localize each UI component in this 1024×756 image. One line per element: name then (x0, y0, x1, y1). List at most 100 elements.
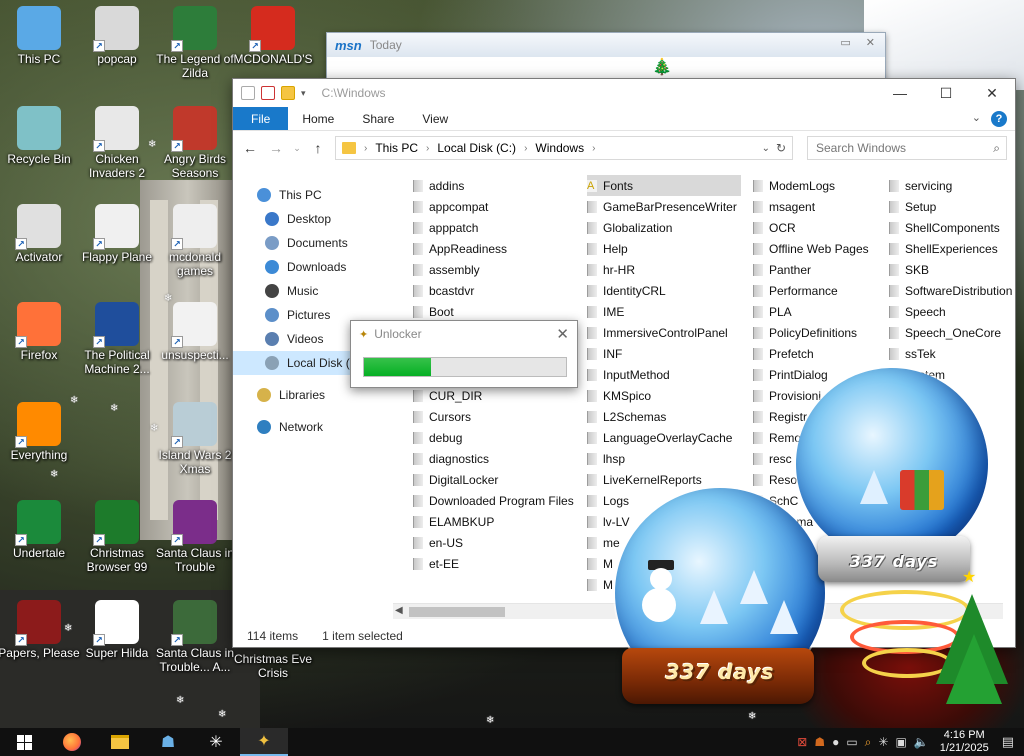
folder-item[interactable]: servicing (889, 175, 1015, 196)
folder-item[interactable]: PolicyDefinitions (753, 322, 881, 343)
tray-search-icon[interactable]: ⌕ (865, 735, 872, 750)
desktop-icon[interactable]: ↗ Papers, Please (0, 600, 80, 660)
tray-battery-icon[interactable]: ▭ (846, 735, 857, 749)
explorer-title-bar[interactable]: ▾ C:\Windows — ☐ ✕ (233, 79, 1015, 107)
folder-item[interactable]: appcompat (413, 196, 579, 217)
folder-item[interactable]: addins (413, 175, 579, 196)
msn-title-bar[interactable]: msn Today (327, 33, 885, 57)
folder-item[interactable]: Globalization (587, 217, 741, 238)
tray-display-icon[interactable]: ▣ (895, 735, 906, 749)
desktop-icon[interactable]: ↗ Santa Claus in Trouble... A... (154, 600, 236, 674)
taskbar-unlocker[interactable]: ✦ (240, 728, 288, 756)
folder-item[interactable]: Boot (413, 301, 579, 322)
desktop-icon[interactable]: ↗ Island Wars 2 Xmas (154, 402, 236, 476)
folder-item[interactable]: LiveKernelReports (587, 469, 741, 490)
folder-item[interactable]: CUR_DIR (413, 385, 579, 406)
msn-window-controls[interactable]: ▭ ✕ (840, 36, 881, 49)
tab-share[interactable]: Share (348, 107, 408, 130)
address-dropdown-icon[interactable]: ⌄ (762, 143, 770, 154)
folder-item[interactable]: L2Schemas (587, 406, 741, 427)
desktop-icon[interactable]: ↗ Everything (0, 402, 80, 462)
desktop-icon[interactable]: ↗ Firefox (0, 302, 80, 362)
folder-item[interactable]: ELAMBKUP (413, 511, 579, 532)
breadcrumb-this-pc[interactable]: This PC (375, 141, 418, 155)
folder-item[interactable]: A Fonts (587, 175, 741, 196)
folder-item[interactable]: AppReadiness (413, 238, 579, 259)
folder-item[interactable]: SoftwareDistribution (889, 280, 1015, 301)
search-box[interactable]: Search Windows ⌕ (807, 136, 1007, 160)
folder-item[interactable]: Panther (753, 259, 881, 280)
new-folder-icon[interactable] (281, 86, 295, 100)
folder-item[interactable]: KMSpico (587, 385, 741, 406)
folder-item[interactable]: assembly (413, 259, 579, 280)
taskbar-app[interactable]: ☗ (144, 728, 192, 756)
desktop-icon[interactable]: ↗ Super Hilda (76, 600, 158, 660)
folder-item[interactable]: bcastdvr (413, 280, 579, 301)
help-icon[interactable]: ? (991, 111, 1007, 127)
start-button[interactable] (0, 728, 48, 756)
desktop-icon[interactable]: Christmas Eve Crisis (232, 652, 314, 680)
folder-item[interactable]: lhsp (587, 448, 741, 469)
folder-item[interactable]: Cursors (413, 406, 579, 427)
folder-item[interactable]: Offline Web Pages (753, 238, 881, 259)
breadcrumb-windows[interactable]: Windows (535, 141, 584, 155)
expand-ribbon-icon[interactable]: ⌄ (972, 111, 981, 124)
folder-item[interactable]: debug (413, 427, 579, 448)
folder-item[interactable]: Prefetch (753, 343, 881, 364)
folder-item[interactable]: GameBarPresenceWriter (587, 196, 741, 217)
chevron-right-icon[interactable]: › (426, 143, 429, 154)
nav-item[interactable]: Desktop (233, 207, 401, 231)
taskbar-snowflake-app[interactable]: ✳ (192, 728, 240, 756)
close-button[interactable]: ✕ (969, 79, 1015, 107)
unlocker-dialog[interactable]: ✦ Unlocker ✕ (350, 320, 578, 388)
nav-item[interactable]: This PC (233, 183, 401, 207)
desktop-icon[interactable]: ↗ Chicken Invaders 2 (76, 106, 158, 180)
folder-item[interactable]: ssTek (889, 343, 1015, 364)
chevron-right-icon[interactable]: › (364, 143, 367, 154)
breadcrumb-local-disk[interactable]: Local Disk (C:) (437, 141, 516, 155)
chevron-down-icon[interactable]: ▾ (301, 88, 306, 99)
folder-item[interactable]: Speech (889, 301, 1015, 322)
folder-item[interactable]: InputMethod (587, 364, 741, 385)
folder-item[interactable]: en-US (413, 532, 579, 553)
minimize-button[interactable]: — (877, 79, 923, 107)
folder-item[interactable]: ModemLogs (753, 175, 881, 196)
folder-item[interactable]: DigitalLocker (413, 469, 579, 490)
unlocker-title-bar[interactable]: ✦ Unlocker (351, 321, 577, 347)
tab-view[interactable]: View (408, 107, 462, 130)
desktop-icon[interactable]: ↗ Activator (0, 204, 80, 264)
desktop-icon[interactable]: This PC (0, 6, 80, 66)
folder-item[interactable]: apppatch (413, 217, 579, 238)
address-bar[interactable]: › This PC › Local Disk (C:) › Windows › … (335, 136, 793, 160)
nav-item[interactable]: Network (233, 415, 401, 439)
forward-button[interactable]: → (267, 140, 285, 156)
folder-item[interactable]: LanguageOverlayCache (587, 427, 741, 448)
tab-home[interactable]: Home (288, 107, 348, 130)
nav-item[interactable]: Music (233, 279, 401, 303)
volume-icon[interactable]: 🔈 (914, 735, 929, 749)
clock[interactable]: 4:16 PM 1/21/2025 (940, 729, 989, 755)
folder-item[interactable]: INF (587, 343, 741, 364)
folder-item[interactable]: PLA (753, 301, 881, 322)
folder-item[interactable]: Downloaded Program Files (413, 490, 579, 511)
folder-item[interactable]: ShellExperiences (889, 238, 1015, 259)
desktop-icon[interactable]: ↗ MCDONALD'S (232, 6, 314, 66)
nav-item[interactable]: Documents (233, 231, 401, 255)
desktop-icon[interactable]: ↗ Santa Claus in Trouble (154, 500, 236, 574)
scroll-left-icon[interactable]: ◀ (395, 605, 403, 616)
taskbar-firefox[interactable] (48, 728, 96, 756)
folder-item[interactable]: et-EE (413, 553, 579, 574)
folder-item[interactable]: IME (587, 301, 741, 322)
folder-item[interactable]: Help (587, 238, 741, 259)
back-button[interactable]: ← (241, 140, 259, 156)
nav-item[interactable]: Downloads (233, 255, 401, 279)
maximize-button[interactable]: ☐ (923, 79, 969, 107)
tray-app-icon[interactable]: ☗ (814, 735, 825, 749)
folder-item[interactable]: ShellComponents (889, 217, 1015, 238)
folder-item[interactable]: msagent (753, 196, 881, 217)
folder-item[interactable]: OCR (753, 217, 881, 238)
folder-item[interactable]: Speech_OneCore (889, 322, 1015, 343)
notification-center-icon[interactable]: ▤ (1002, 734, 1014, 750)
folder-item[interactable]: IdentityCRL (587, 280, 741, 301)
desktop-icon[interactable]: ↗ unsuspecti... (154, 302, 236, 362)
